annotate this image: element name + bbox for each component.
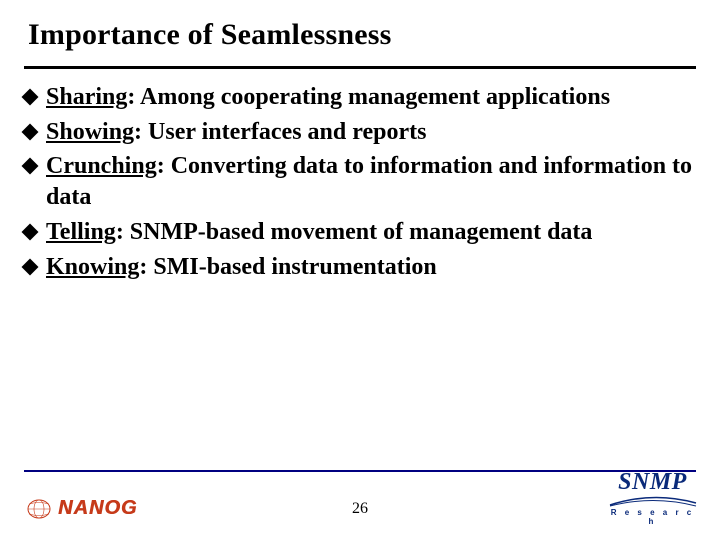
bullet-term: Knowing [46, 254, 139, 280]
snmp-sub-text: R e s e a r c h [605, 508, 700, 526]
bullet-term: Sharing [46, 84, 127, 110]
snmp-main-text: SNMP [605, 470, 700, 494]
swoosh-icon [605, 495, 700, 507]
bullet-desc: : SMI-based instrumentation [139, 254, 436, 280]
slide-title: Importance of Seamlessness [28, 18, 392, 52]
bullet-text: Knowing: SMI-based instrumentation [46, 252, 437, 283]
title-rule [24, 66, 696, 69]
bullet-diamond-icon [22, 258, 39, 275]
bullet-desc: : User interfaces and reports [134, 119, 426, 145]
footer-rule [24, 470, 696, 472]
bullet-text: Telling: SNMP-based movement of manageme… [46, 217, 592, 248]
bullet-item: Showing: User interfaces and reports [24, 117, 696, 148]
bullet-item: Sharing: Among cooperating management ap… [24, 82, 696, 113]
bullet-term: Crunching [46, 153, 157, 179]
bullet-text: Showing: User interfaces and reports [46, 117, 426, 148]
nanog-logo: NANOG [26, 497, 137, 520]
globe-icon [26, 498, 56, 520]
bullet-diamond-icon [22, 89, 39, 106]
bullet-diamond-icon [22, 123, 39, 140]
bullet-term: Telling [46, 219, 116, 245]
bullet-diamond-icon [22, 158, 39, 175]
nanog-text: NANOG [58, 497, 137, 520]
slide: Importance of Seamlessness Sharing: Amon… [0, 0, 720, 540]
bullet-term: Showing [46, 119, 134, 145]
bullet-item: Knowing: SMI-based instrumentation [24, 252, 696, 283]
bullet-item: Crunching: Converting data to informatio… [24, 151, 696, 212]
bullet-text: Sharing: Among cooperating management ap… [46, 82, 610, 113]
bullet-diamond-icon [22, 223, 39, 240]
slide-body: Sharing: Among cooperating management ap… [24, 82, 696, 286]
bullet-item: Telling: SNMP-based movement of manageme… [24, 217, 696, 248]
bullet-text: Crunching: Converting data to informatio… [46, 151, 696, 212]
bullet-desc: : Among cooperating management applicati… [127, 84, 610, 110]
snmp-logo: SNMP R e s e a r c h [605, 470, 700, 526]
bullet-desc: : SNMP-based movement of management data [116, 219, 593, 245]
